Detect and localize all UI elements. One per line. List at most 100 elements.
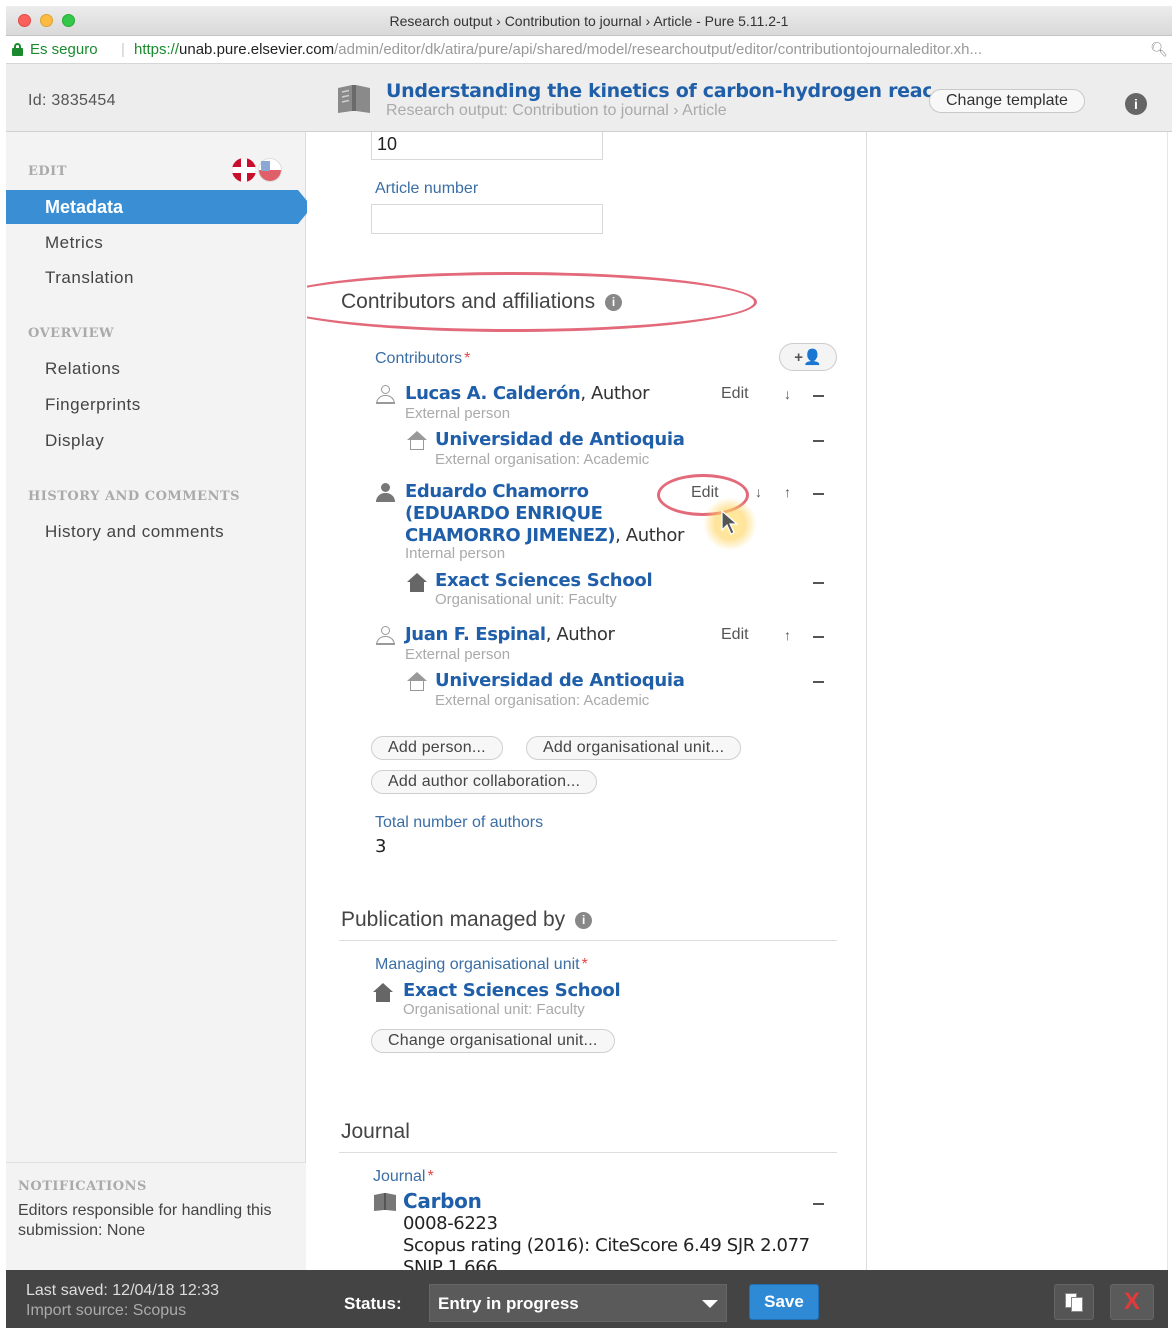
organisation-link[interactable]: Exact Sciences School: [435, 570, 653, 591]
remove-icon[interactable]: [813, 395, 824, 397]
total-authors-label: Total number of authors: [375, 814, 544, 831]
notifications-heading: NOTIFICATIONS: [18, 1179, 147, 1194]
sidebar-item-metadata[interactable]: Metadata: [6, 190, 312, 224]
journal-rating: Scopus rating (2016): CiteScore 6.49 SJR…: [403, 1235, 810, 1256]
move-down-icon[interactable]: ↓: [784, 386, 791, 402]
status-value: Entry in progress: [438, 1294, 579, 1313]
required-mark: *: [464, 350, 471, 367]
sidebar-item-history[interactable]: History and comments: [45, 522, 224, 542]
status-label: Status:: [344, 1294, 402, 1313]
contributor-link[interactable]: Lucas A. Calderón: [405, 383, 581, 404]
move-down-icon[interactable]: ↓: [755, 484, 762, 500]
add-organisational-unit-button[interactable]: Add organisational unit...: [526, 736, 742, 760]
sidebar-heading-history: HISTORY AND COMMENTS: [28, 489, 241, 504]
external-organisation-icon: [407, 672, 427, 692]
contributors-section-title-text: Contributors and affiliations: [341, 290, 596, 313]
organisation-link[interactable]: Universidad de Antioquia: [435, 670, 685, 691]
book-icon: [338, 85, 370, 113]
remove-icon[interactable]: [813, 440, 824, 442]
managing-unit-type: Organisational unit: Faculty: [403, 1001, 585, 1018]
change-organisational-unit-button[interactable]: Change organisational unit...: [371, 1029, 615, 1053]
contributors-section-title: Contributors and affiliations i: [341, 290, 623, 314]
article-number-input[interactable]: [371, 204, 603, 234]
remove-icon[interactable]: [813, 493, 824, 495]
last-saved-text: Last saved: 12/04/18 12:33: [26, 1282, 220, 1299]
remove-icon[interactable]: [813, 1203, 824, 1205]
contributor-type: Internal person: [405, 545, 506, 562]
sidebar-item-metrics[interactable]: Metrics: [45, 233, 103, 253]
sidebar-heading-overview: OVERVIEW: [28, 326, 115, 341]
chile-flag-icon[interactable]: [258, 158, 282, 182]
publication-managed-title-text: Publication managed by: [341, 908, 566, 931]
status-select[interactable]: Entry in progress: [429, 1284, 727, 1322]
address-bar[interactable]: Es seguro | https://unab.pure.elsevier.c…: [6, 36, 1172, 64]
move-up-icon[interactable]: ↑: [784, 627, 791, 643]
add-contributor-button[interactable]: +👤: [779, 343, 837, 371]
copy-button[interactable]: [1054, 1284, 1094, 1320]
remove-icon[interactable]: [813, 582, 824, 584]
external-organisation-icon: [407, 431, 427, 451]
info-icon[interactable]: i: [575, 912, 593, 929]
managing-unit-label: Managing organisational unit *: [375, 956, 588, 974]
contributor-type: External person: [405, 405, 511, 422]
remove-icon[interactable]: [813, 681, 824, 683]
organisational-unit-icon: [373, 983, 393, 1003]
contributor-name: Eduardo Chamorro (EDUARDO ENRIQUE CHAMOR…: [405, 481, 685, 547]
url-host: unab.pure.elsevier.com: [179, 41, 335, 58]
window-title: Research output › Contribution to journa…: [389, 13, 789, 29]
sidebar-item-translation[interactable]: Translation: [45, 268, 134, 288]
add-person-button[interactable]: Add person...: [371, 736, 503, 760]
move-up-icon[interactable]: ↑: [784, 484, 791, 500]
info-icon[interactable]: i: [1125, 93, 1147, 115]
contributor-role: , Author: [580, 383, 650, 404]
right-pane: [868, 132, 1168, 1270]
edit-link[interactable]: Edit: [721, 385, 749, 403]
change-template-button[interactable]: Change template: [929, 89, 1085, 113]
publication-managed-section-title: Publication managed by i: [341, 908, 593, 932]
lock-icon: [12, 43, 23, 56]
url-scheme: https://: [134, 41, 180, 58]
add-author-collaboration-button[interactable]: Add author collaboration...: [371, 770, 598, 794]
journal-label-text: Journal: [373, 1168, 426, 1185]
sidebar-item-relations[interactable]: Relations: [45, 359, 120, 379]
journal-link[interactable]: Carbon: [403, 1189, 482, 1213]
document-subtitle: Research output: Contribution to journal…: [386, 102, 727, 119]
contributor-link[interactable]: Juan F. Espinal: [405, 624, 546, 645]
contributor-type: External person: [405, 646, 511, 663]
article-number-label: Article number: [375, 180, 479, 197]
sidebar-item-fingerprints[interactable]: Fingerprints: [45, 395, 141, 415]
sidebar: EDIT Metadata Metrics Translation OVERVI…: [6, 132, 312, 1270]
section-divider: [339, 940, 837, 941]
copy-icon-page: [1071, 1297, 1083, 1312]
zoom-icon[interactable]: 🔍︎: [1150, 41, 1168, 58]
required-mark: *: [427, 1168, 434, 1185]
organisation-type: External organisation: Academic: [435, 451, 650, 468]
url-text[interactable]: https://unab.pure.elsevier.com/admin/edi…: [134, 41, 982, 58]
volume-input[interactable]: 10: [371, 132, 603, 160]
info-icon[interactable]: i: [605, 294, 623, 311]
remove-icon[interactable]: [813, 636, 824, 638]
contributor-link[interactable]: Eduardo Chamorro (EDUARDO ENRIQUE CHAMOR…: [405, 481, 616, 546]
managing-unit-label-text: Managing organisational unit: [375, 956, 580, 973]
sidebar-heading-edit: EDIT: [28, 164, 67, 179]
document-title: Understanding the kinetics of carbon-hyd…: [386, 80, 931, 102]
organisational-unit-icon: [407, 573, 427, 593]
delete-button[interactable]: X: [1110, 1284, 1154, 1320]
contributor-role: , Author: [545, 624, 615, 645]
notifications-panel: NOTIFICATIONS Editors responsible for ha…: [6, 1162, 306, 1270]
edit-link[interactable]: Edit: [721, 626, 749, 644]
browser-titlebar: Research output › Contribution to journa…: [6, 6, 1172, 36]
uk-flag-icon[interactable]: [232, 158, 256, 182]
organisation-type: External organisation: Academic: [435, 692, 650, 709]
total-authors-value: 3: [375, 836, 387, 857]
save-button[interactable]: Save: [749, 1284, 819, 1320]
url-path: /admin/editor/dk/atira/pure/api/shared/m…: [334, 41, 983, 58]
managing-unit-link[interactable]: Exact Sciences School: [403, 980, 621, 1001]
status-bar: Last saved: 12/04/18 12:33 Import source…: [6, 1270, 1168, 1328]
organisation-link[interactable]: Universidad de Antioquia: [435, 429, 685, 450]
journal-label: Journal *: [373, 1168, 434, 1186]
contributor-row: Eduardo Chamorro (EDUARDO ENRIQUE CHAMOR…: [375, 481, 837, 611]
sidebar-item-display[interactable]: Display: [45, 431, 104, 451]
contributor-row: Lucas A. Calderón, Author External perso…: [375, 383, 837, 473]
journal-snip: SNIP 1.666: [403, 1257, 498, 1270]
